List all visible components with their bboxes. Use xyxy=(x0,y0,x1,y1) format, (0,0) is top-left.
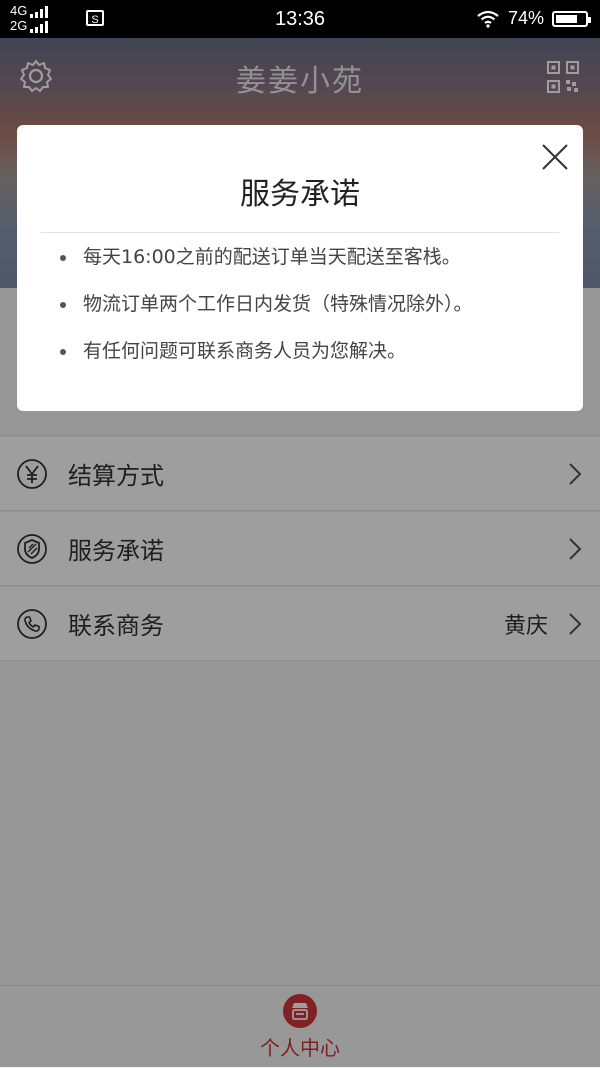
battery-icon xyxy=(552,10,591,27)
list-item: 物流订单两个工作日内发货（特殊情况除外）。 xyxy=(60,293,473,315)
battery-percent: 74% xyxy=(507,8,544,28)
wifi-icon xyxy=(477,10,499,28)
list-item: 有任何问题可联系商务人员为您解决。 xyxy=(60,339,473,363)
list-item: 每天16:00之前的配送订单当天配送至客栈。 xyxy=(60,245,473,269)
close-icon[interactable] xyxy=(541,143,569,171)
commitment-list: 每天16:00之前的配送订单当天配送至客栈。 物流订单两个工作日内发货（特殊情况… xyxy=(17,245,473,386)
dialog-title: 服务承诺 xyxy=(240,177,360,212)
service-commitment-dialog: 服务承诺 每天16:00之前的配送订单当天配送至客栈。 物流订单两个工作日内发货… xyxy=(17,125,583,411)
status-bar: 4G 2G S 13:36 74% xyxy=(0,0,600,38)
divider xyxy=(41,232,559,233)
